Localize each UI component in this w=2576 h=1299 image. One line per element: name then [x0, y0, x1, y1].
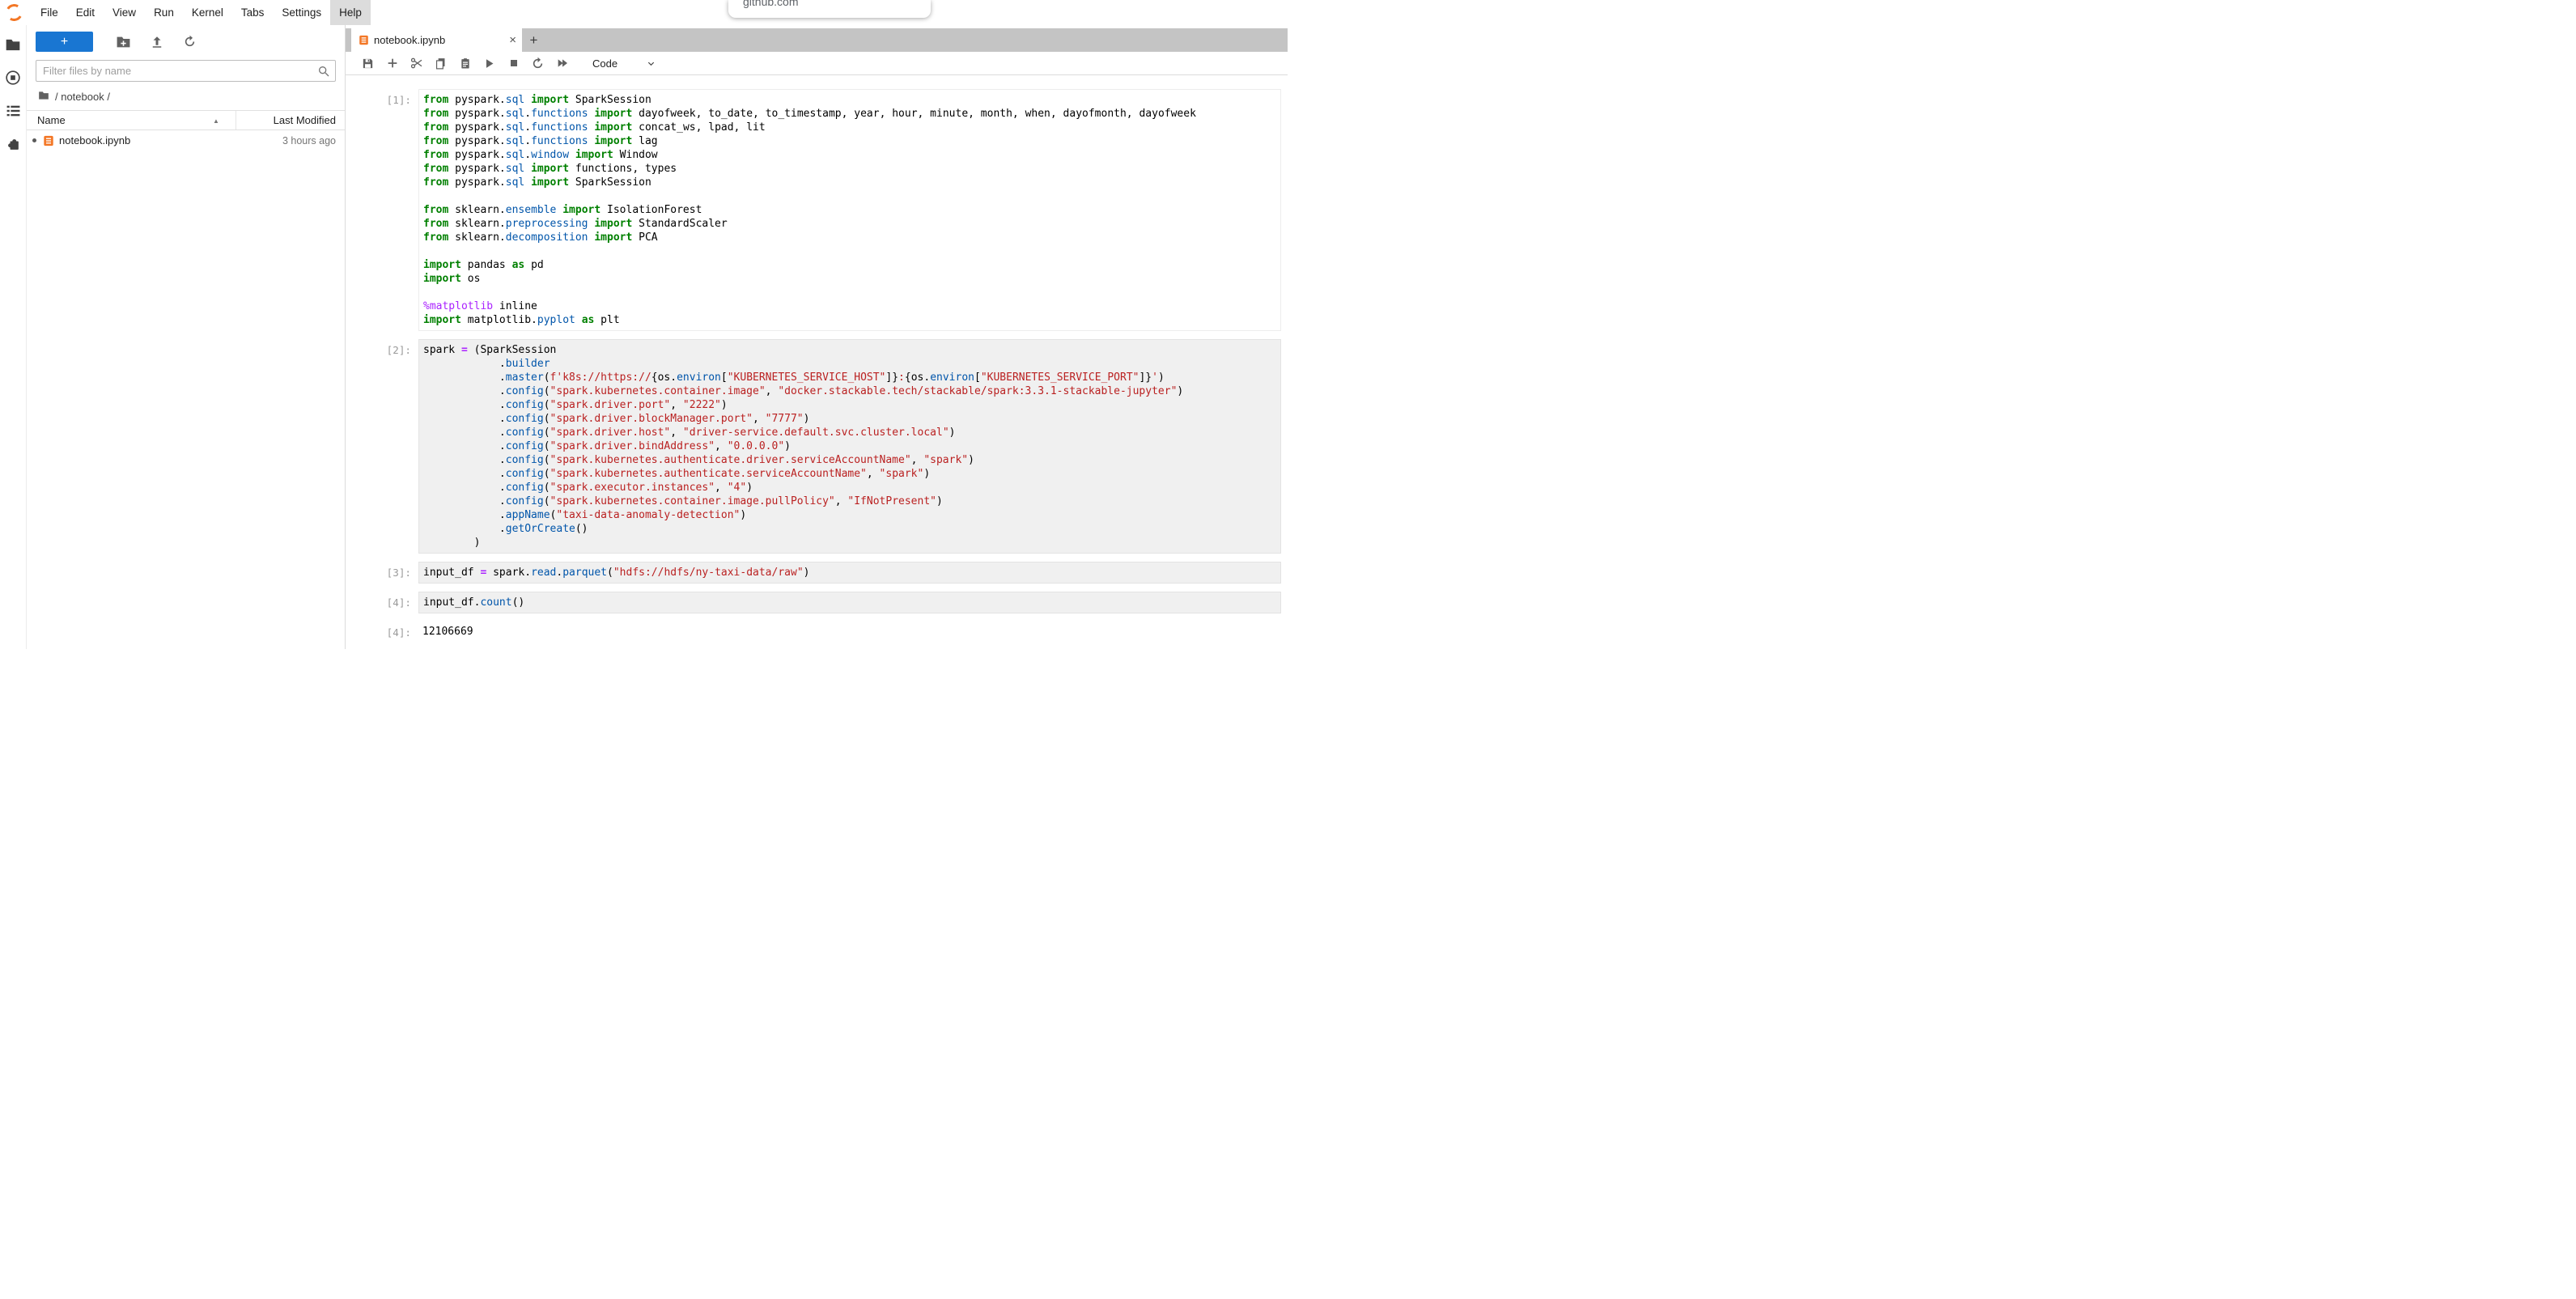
output-cell[interactable]: [4]: 12106669	[346, 622, 1288, 642]
menu-kernel[interactable]: Kernel	[183, 0, 232, 25]
notebook-toolbar: Code	[346, 52, 1288, 75]
upload-icon[interactable]	[140, 32, 173, 52]
output-prompt: [4]:	[346, 622, 418, 642]
menu-edit[interactable]: Edit	[67, 0, 104, 25]
new-launcher-button[interactable]: +	[36, 32, 93, 52]
copy-icon[interactable]	[432, 55, 449, 72]
browser-popup: github.com	[728, 0, 931, 18]
cell-editor[interactable]: input_df.count()	[418, 592, 1281, 613]
popup-text: github.com	[728, 0, 931, 10]
cell-type-dropdown[interactable]: Code	[588, 56, 660, 71]
menu-tabs[interactable]: Tabs	[232, 0, 274, 25]
tab-bar: notebook.ipynb × +	[346, 28, 1288, 52]
breadcrumb[interactable]: / notebook /	[27, 82, 345, 110]
files-icon[interactable]	[3, 35, 23, 54]
notebook-cells: [1]:from pyspark.sql import SparkSession…	[346, 75, 1288, 649]
column-last-modified[interactable]: Last Modified	[274, 114, 345, 126]
paste-icon[interactable]	[456, 55, 473, 72]
menu-run[interactable]: Run	[145, 0, 183, 25]
execution-prompt: [1]:	[346, 89, 418, 331]
chevron-down-icon	[647, 59, 656, 68]
run-all-icon[interactable]	[554, 55, 571, 72]
execution-prompt: [4]:	[346, 592, 418, 613]
sort-ascending-icon[interactable]: ▲	[213, 117, 219, 125]
cell-editor[interactable]: spark = (SparkSession .builder .master(f…	[418, 339, 1281, 554]
execution-prompt: [2]:	[346, 339, 418, 554]
notebook-tab-icon	[359, 35, 369, 45]
cell-output-area: 12106669	[418, 622, 1281, 642]
jupyter-logo-icon	[4, 2, 24, 23]
code-cell[interactable]: [3]: input_df = spark.read.parquet("hdfs:…	[346, 562, 1288, 584]
cell-code: input_df.count()	[423, 596, 1276, 609]
plus-icon: +	[61, 36, 68, 49]
file-browser: + / notebook / Name ▲	[27, 25, 346, 649]
file-browser-toolbar: +	[27, 25, 345, 55]
file-modified: 3 hours ago	[282, 135, 345, 146]
code-cell[interactable]: [2]:spark = (SparkSession .builder .mast…	[346, 339, 1288, 554]
menu-settings[interactable]: Settings	[273, 0, 330, 25]
cell-code: spark = (SparkSession .builder .master(f…	[423, 343, 1276, 550]
execution-prompt: [3]:	[346, 562, 418, 584]
cell-editor[interactable]: from pyspark.sql import SparkSession fro…	[418, 89, 1281, 331]
insert-cell-icon[interactable]	[384, 55, 401, 72]
tab-label: notebook.ipynb	[374, 34, 445, 46]
search-icon	[317, 65, 330, 82]
cell-editor[interactable]: input_df = spark.read.parquet("hdfs://hd…	[418, 562, 1281, 584]
stop-icon[interactable]	[505, 55, 522, 72]
cell-code: from pyspark.sql import SparkSession fro…	[423, 93, 1276, 327]
new-tab-button[interactable]: +	[522, 28, 545, 52]
menubar: File Edit View Run Kernel Tabs Settings …	[0, 0, 1288, 25]
activity-bar	[0, 25, 27, 649]
extensions-icon[interactable]	[3, 134, 23, 154]
filter-files-input[interactable]	[36, 60, 336, 82]
file-row[interactable]: notebook.ipynb 3 hours ago	[27, 130, 345, 151]
refresh-icon[interactable]	[173, 32, 206, 52]
cut-icon[interactable]	[408, 55, 425, 72]
output-text: 12106669	[422, 625, 1277, 639]
new-folder-icon[interactable]	[107, 32, 140, 52]
cell-code: input_df = spark.read.parquet("hdfs://hd…	[423, 566, 1276, 579]
file-name: notebook.ipynb	[59, 134, 130, 146]
file-list-header: Name ▲ Last Modified	[27, 110, 345, 130]
run-icon[interactable]	[481, 55, 498, 72]
running-indicator-icon	[32, 138, 36, 142]
save-icon[interactable]	[359, 55, 376, 72]
breadcrumb-path: / notebook /	[55, 91, 110, 103]
column-name[interactable]: Name	[27, 114, 66, 126]
notebook-file-icon	[43, 135, 54, 146]
close-tab-icon[interactable]: ×	[509, 34, 516, 46]
folder-icon	[38, 91, 49, 103]
table-of-contents-icon[interactable]	[3, 101, 23, 121]
menu-file[interactable]: File	[32, 0, 67, 25]
tab-notebook[interactable]: notebook.ipynb ×	[351, 28, 522, 52]
cell-type-value: Code	[592, 57, 617, 70]
menu-view[interactable]: View	[104, 0, 145, 25]
code-cell[interactable]: [4]: input_df.count()	[346, 592, 1288, 613]
running-terminals-icon[interactable]	[3, 68, 23, 87]
menu-help[interactable]: Help	[330, 0, 371, 25]
restart-kernel-icon[interactable]	[529, 55, 546, 72]
code-cell[interactable]: [1]:from pyspark.sql import SparkSession…	[346, 89, 1288, 331]
